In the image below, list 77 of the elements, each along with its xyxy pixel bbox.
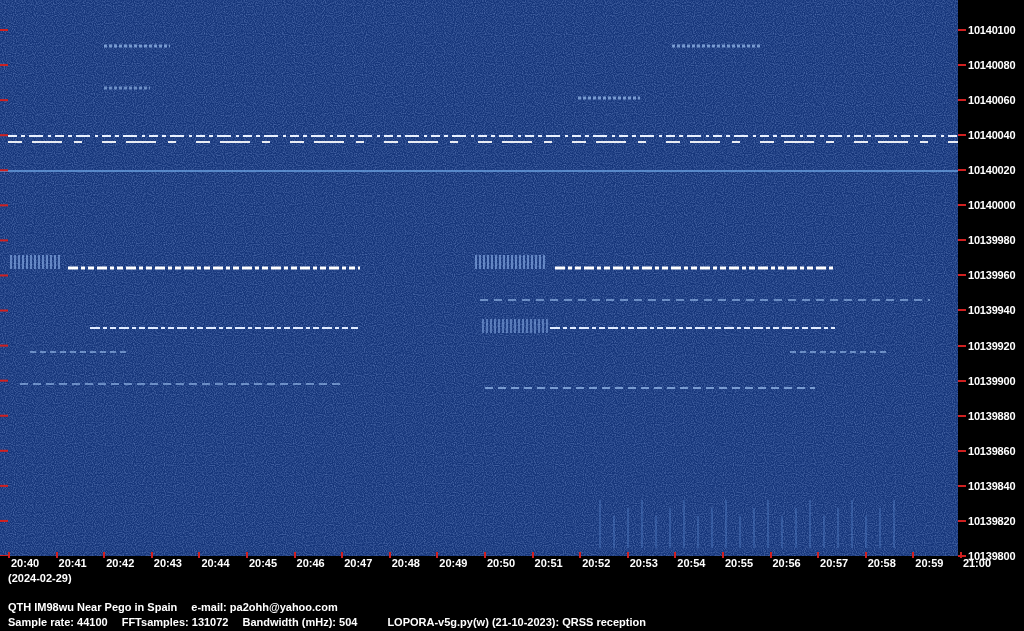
- tick-mark: [483, 552, 486, 558]
- frequency-label: 10140000: [968, 199, 1016, 212]
- time-label: 20:55: [724, 556, 754, 570]
- tick-mark: [817, 552, 820, 558]
- tick-mark: [245, 552, 248, 558]
- tick-mark: [55, 552, 58, 558]
- tick-mark: [958, 29, 966, 31]
- tick-mark: [958, 134, 966, 137]
- frequency-label: 10140060: [968, 94, 1016, 107]
- footer-text: QTH IM98wu Near Pego in Spain: [8, 600, 178, 615]
- footer-text: Sample rate: 44100: [8, 615, 108, 630]
- tick-mark: [958, 99, 966, 102]
- date-label: (2024-02-29): [7, 572, 73, 584]
- frequency-label: 10139960: [968, 269, 1016, 282]
- tick-mark: [626, 552, 629, 558]
- time-label: 20:53: [629, 556, 658, 570]
- time-label: 20:52: [582, 556, 611, 570]
- time-label: 20:51: [534, 556, 563, 570]
- tick-mark: [958, 309, 966, 312]
- frequency-label: 10139900: [968, 374, 1016, 387]
- tick-mark: [721, 552, 724, 558]
- frequency-label: 10140100: [968, 24, 1016, 36]
- time-label: 20:50: [486, 556, 516, 570]
- time-label: 20:43: [153, 556, 182, 570]
- frequency-label: 10140040: [968, 129, 1016, 142]
- tick-mark: [150, 552, 153, 558]
- time-label: 20:44: [201, 556, 230, 570]
- tick-mark: [579, 552, 582, 558]
- tick-mark: [958, 344, 966, 347]
- tick-mark: [958, 414, 966, 417]
- time-label: 20:54: [677, 556, 706, 570]
- frequency-label: 10140080: [968, 59, 1016, 72]
- time-label: 20:41: [58, 556, 87, 570]
- time-label: 20:57: [820, 556, 849, 570]
- time-label: 20:40: [11, 556, 40, 570]
- time-label: 20:46: [296, 556, 325, 570]
- tick-mark: [912, 552, 915, 558]
- tick-mark: [769, 552, 772, 558]
- tick-mark: [864, 552, 867, 558]
- time-label: 20:45: [248, 556, 278, 570]
- time-label: 20:59: [915, 556, 944, 570]
- frequency-label: 10139920: [968, 339, 1016, 352]
- frequency-label: 10139860: [968, 444, 1016, 457]
- tick-mark: [958, 239, 966, 242]
- footer-text: LOPORA-v5g.py(w) (21-10-2023): QRSS reception: [387, 615, 646, 630]
- tick-mark: [198, 552, 201, 558]
- tick-mark: [958, 519, 966, 522]
- tick-mark: [388, 552, 391, 558]
- tick-mark: [958, 204, 966, 207]
- tick-mark: [8, 552, 10, 558]
- time-label: 20:47: [344, 556, 373, 570]
- tick-mark: [958, 274, 966, 277]
- tick-mark: [674, 552, 677, 558]
- frequency-label: 10139980: [968, 234, 1016, 247]
- footer-text: e-mail: pa2ohh@yahoo.com: [191, 600, 338, 615]
- tick-mark: [958, 379, 966, 382]
- frequency-label: 10140020: [968, 164, 1016, 177]
- footer-text: FFTsamples: 131072: [121, 615, 229, 630]
- tick-mark: [293, 552, 296, 558]
- frequency-label: 10139840: [968, 479, 1016, 492]
- time-label: 20:56: [772, 556, 801, 570]
- tick-mark: [958, 449, 966, 452]
- tick-mark: [958, 64, 966, 67]
- frequency-label: 10139880: [968, 409, 1016, 422]
- tick-mark: [341, 552, 344, 558]
- frequency-label: 10139940: [968, 304, 1016, 317]
- tick-mark: [436, 552, 439, 558]
- frequency-label: 10139820: [968, 514, 1016, 527]
- time-label: 20:48: [391, 556, 420, 570]
- tick-mark: [958, 484, 966, 487]
- tick-mark: [958, 169, 966, 172]
- tick-mark: [531, 552, 534, 558]
- footer-text: Bandwidth (mHz): 504: [242, 615, 358, 630]
- time-label: 20:49: [439, 556, 468, 570]
- time-label: 20:42: [106, 556, 135, 570]
- tick-mark: [103, 552, 106, 558]
- time-label: 20:58: [867, 556, 896, 570]
